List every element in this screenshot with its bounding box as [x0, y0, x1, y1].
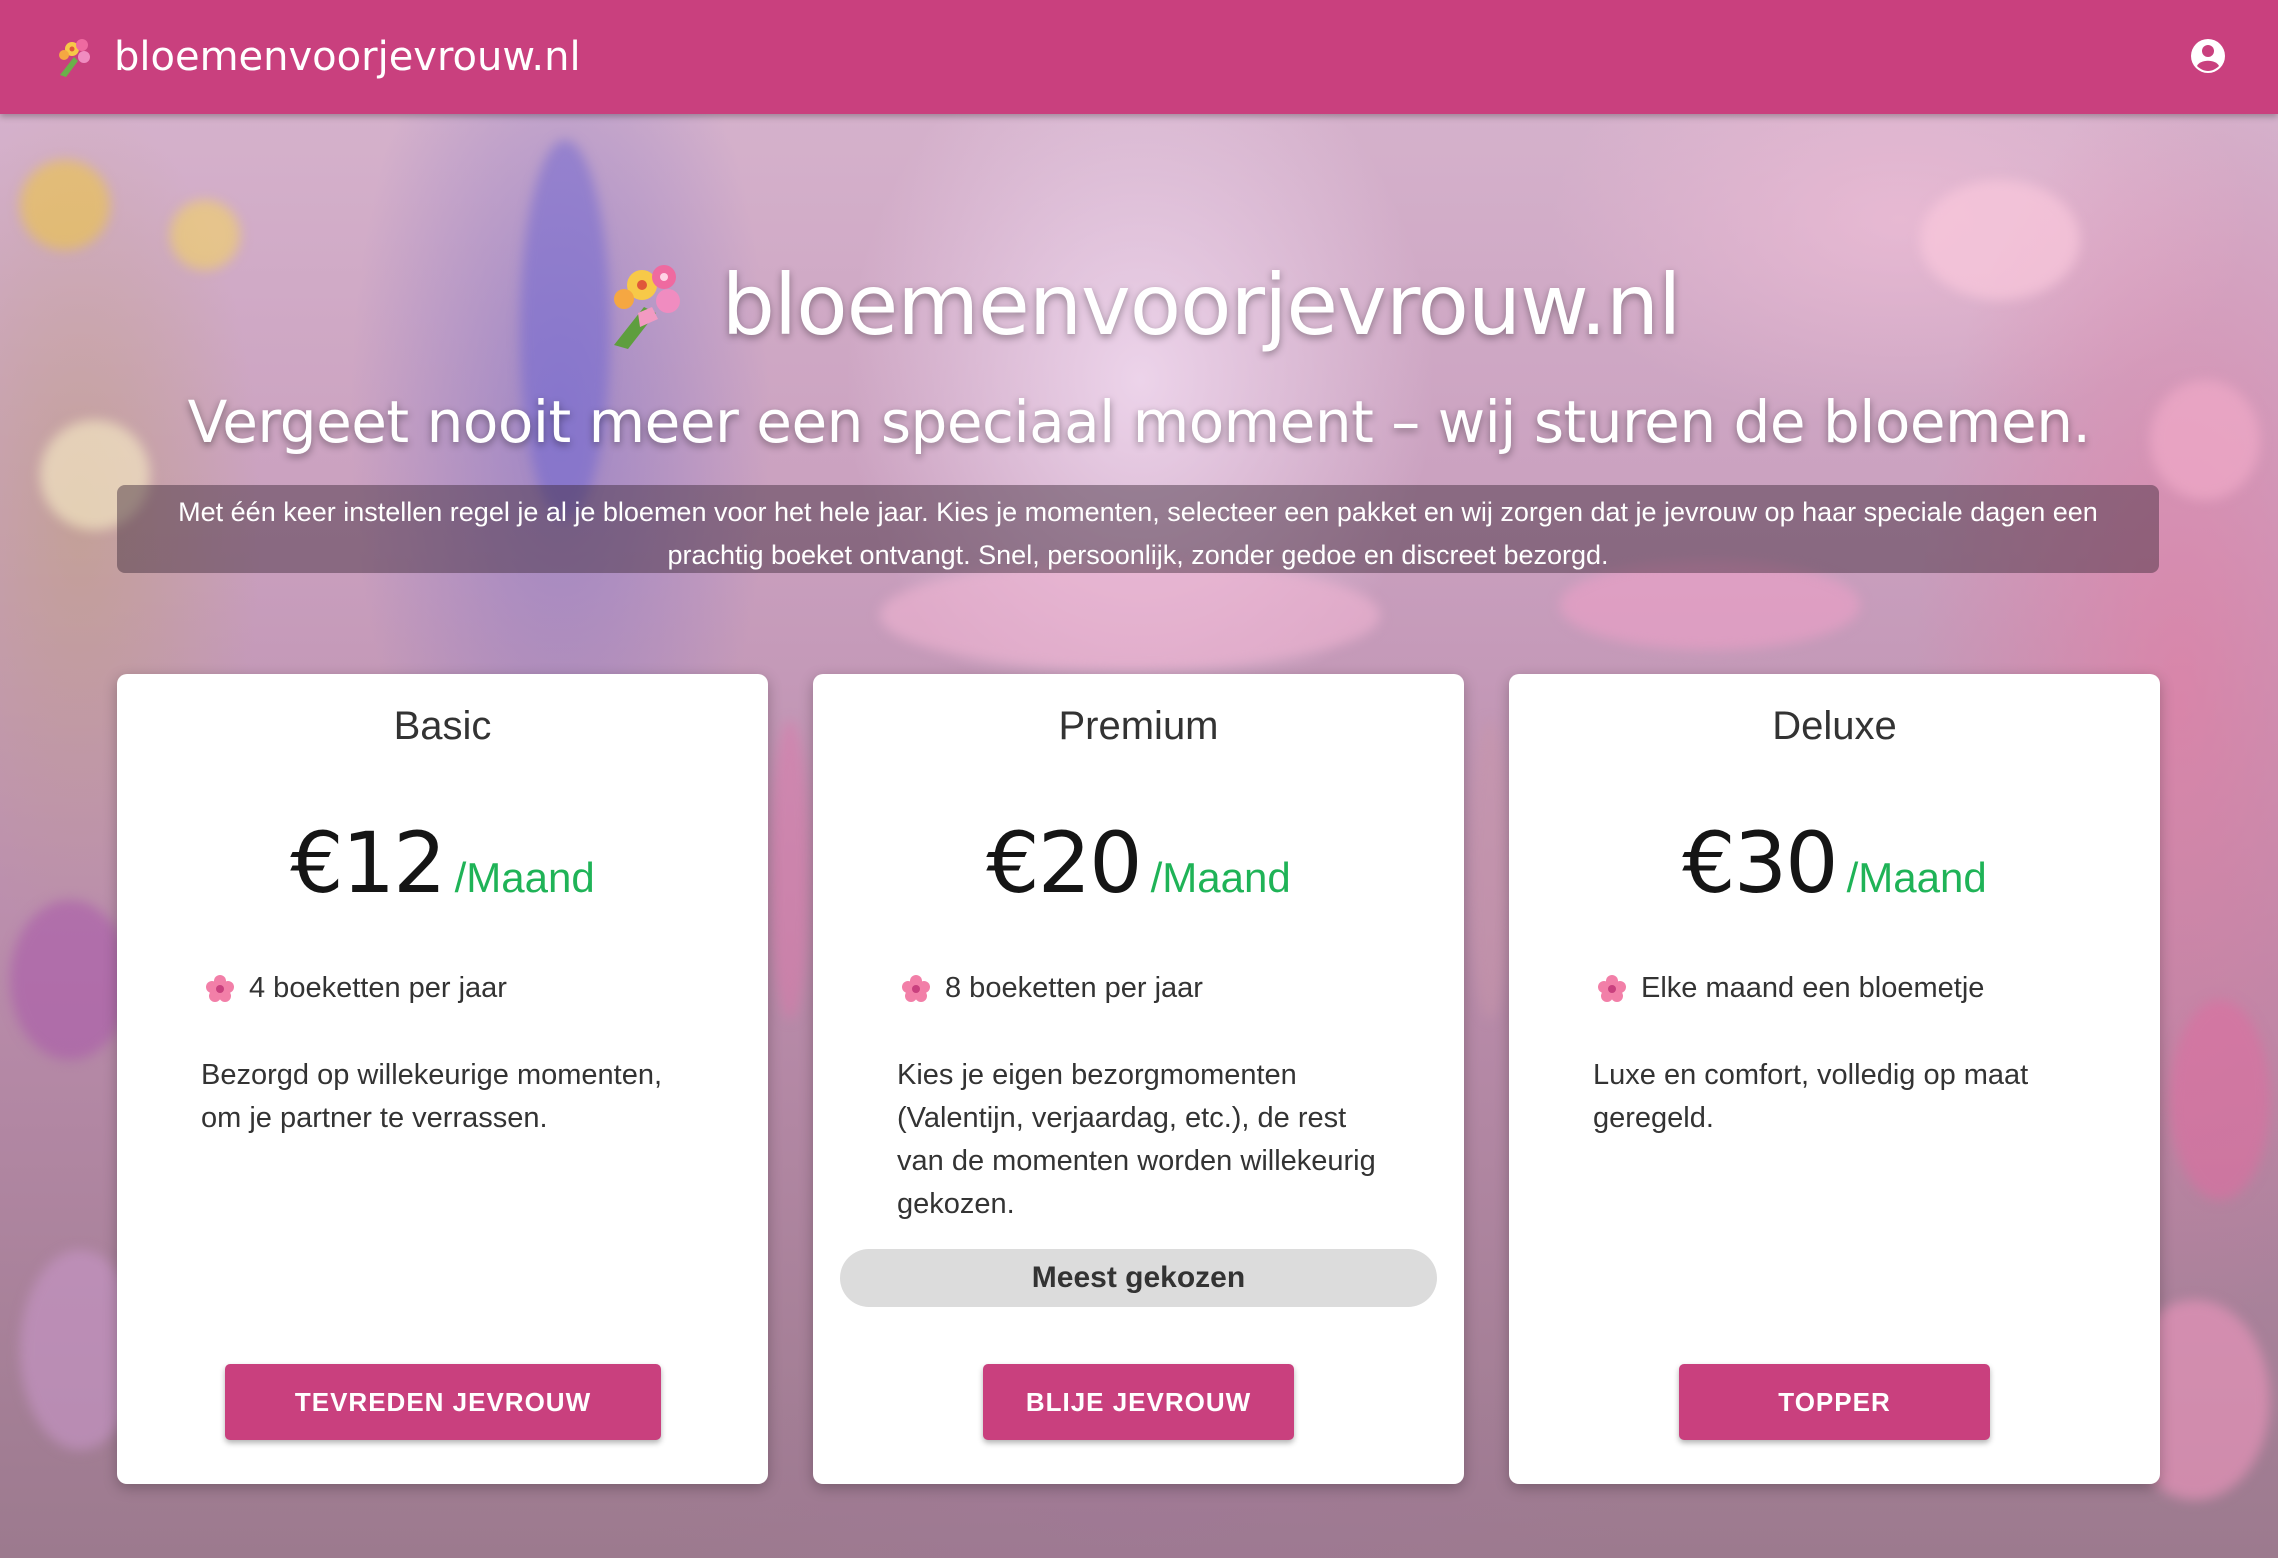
- bouquet-icon: [598, 257, 694, 353]
- plan-description: Kies je eigen bezorgmomenten (Valentijn,…: [897, 1059, 1376, 1220]
- app-bar-brand[interactable]: bloemenvoorjevrouw.nl: [114, 34, 581, 80]
- plan-price: €20: [986, 814, 1142, 912]
- plan-period: /Maand: [1150, 854, 1291, 901]
- plan-price: €30: [1682, 814, 1838, 912]
- plan-feature: 4 boeketten per jaar: [205, 972, 507, 1005]
- plan-name: Premium: [1058, 704, 1219, 748]
- plan-description: Luxe en comfort, volledig op maat gerege…: [1593, 1059, 2029, 1134]
- cherry-blossom-icon: [901, 974, 931, 1004]
- plan-feature: Elke maand een bloemetje: [1597, 972, 1984, 1005]
- hero-title: bloemenvoorjevrouw.nl: [0, 256, 2278, 354]
- plan-period: /Maand: [1846, 854, 1987, 901]
- plan-feature-text: 4 boeketten per jaar: [249, 972, 507, 1004]
- blije-jevrouw-button[interactable]: BLIJE JEVROUW: [983, 1364, 1294, 1440]
- plan-description: Bezorgd op willekeurige momenten, om je …: [201, 1059, 663, 1134]
- hero-title-text: bloemenvoorjevrouw.nl: [721, 256, 1682, 354]
- price-row: €12 /Maand: [117, 814, 768, 912]
- cherry-blossom-icon: [1597, 974, 1627, 1004]
- plan-card-deluxe: Deluxe €30 /Maand Elke maand een bloemet…: [1509, 674, 2160, 1484]
- topper-button[interactable]: TOPPER: [1679, 1364, 1990, 1440]
- bouquet-icon: [48, 31, 100, 83]
- account-circle-icon[interactable]: [2188, 36, 2228, 76]
- plan-feature-text: 8 boeketten per jaar: [945, 972, 1203, 1004]
- plan-card-basic: Basic €12 /Maand 4 boeketten per jaar Be…: [117, 674, 768, 1484]
- hero-description: Met één keer instellen regel je al je bl…: [117, 485, 2159, 573]
- app-bar: bloemenvoorjevrouw.nl: [0, 0, 2278, 114]
- plan-price: €12: [290, 814, 446, 912]
- cherry-blossom-icon: [205, 974, 235, 1004]
- most-chosen-badge: Meest gekozen: [840, 1249, 1437, 1307]
- page: bloemenvoorjevrouw.nl bloemenvoorjevrouw…: [0, 0, 2278, 1558]
- hero-subtitle: Vergeet nooit meer een speciaal moment –…: [187, 388, 2091, 456]
- plan-name: Basic: [393, 704, 492, 748]
- price-row: €30 /Maand: [1509, 814, 2160, 912]
- price-row: €20 /Maand: [813, 814, 1464, 912]
- plan-feature: 8 boeketten per jaar: [901, 972, 1203, 1005]
- plan-period: /Maand: [454, 854, 595, 901]
- tevreden-jevrouw-button[interactable]: TEVREDEN JEVROUW: [225, 1364, 661, 1440]
- plan-card-premium: Premium €20 /Maand 8 boeketten per jaar …: [813, 674, 1464, 1484]
- plan-name: Deluxe: [1772, 704, 1897, 748]
- plan-feature-text: Elke maand een bloemetje: [1641, 972, 1985, 1004]
